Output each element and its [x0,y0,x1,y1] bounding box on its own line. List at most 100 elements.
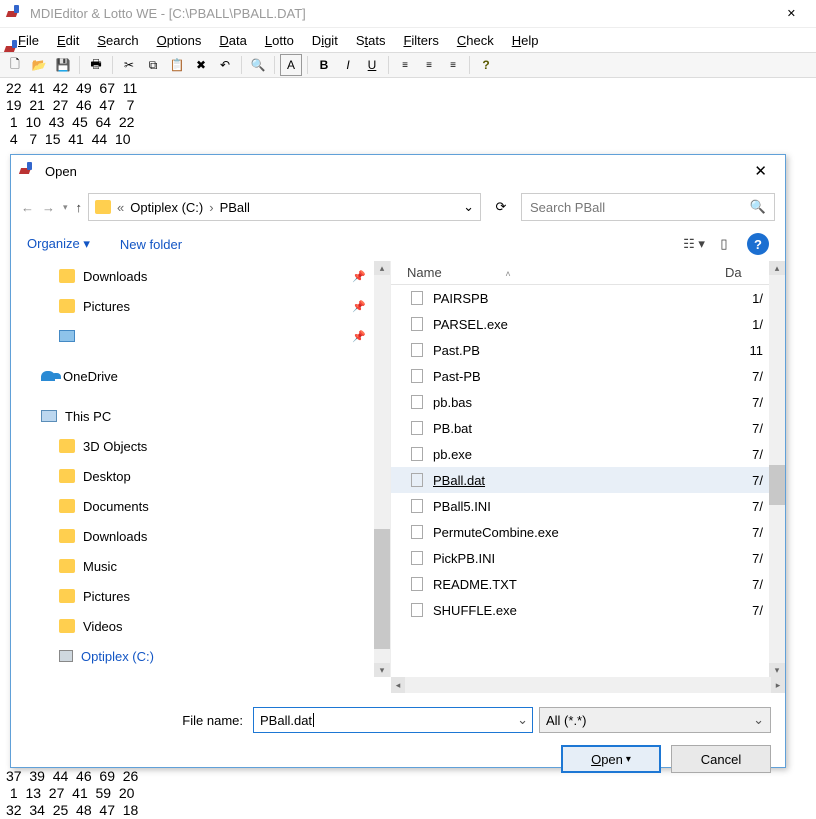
file-hscrollbar[interactable]: ◂ ▸ [391,677,785,693]
preview-pane-icon[interactable]: ▯ [709,232,739,256]
file-row[interactable]: PermuteCombine.exe7/ [391,519,769,545]
file-row[interactable]: PAIRSPB1/ [391,285,769,311]
quick-item[interactable]: 📌 [11,321,390,351]
scroll-thumb[interactable] [769,465,785,505]
file-row[interactable]: pb.bas7/ [391,389,769,415]
cancel-button[interactable]: Cancel [671,745,771,773]
breadcrumb-dropdown-icon[interactable]: ⌄ [463,199,474,215]
breadcrumb-folder[interactable]: PBall [220,200,250,215]
menu-stats[interactable]: Stats [348,31,394,50]
new-icon[interactable]: 🗋 [4,54,26,76]
filename-input[interactable]: PBall.dat ⌄ [253,707,533,733]
new-folder-button[interactable]: New folder [120,237,182,252]
file-row[interactable]: PBall.dat7/ [391,467,769,493]
menu-data[interactable]: Data [211,31,254,50]
nav-pictures[interactable]: Pictures [11,581,390,611]
underline-icon[interactable]: U [361,54,383,76]
breadcrumb-drive[interactable]: Optiplex (C:) [130,200,203,215]
help-icon[interactable]: ? [475,54,497,76]
folder-icon [59,559,75,573]
delete-icon[interactable]: ✖ [190,54,212,76]
dialog-help-icon[interactable]: ? [747,233,769,255]
undo-icon[interactable]: ↶ [214,54,236,76]
file-row[interactable]: PBall5.INI7/ [391,493,769,519]
menu-filters[interactable]: Filters [395,31,446,50]
menu-options[interactable]: Options [149,31,210,50]
find-icon[interactable]: 🔍 [247,54,269,76]
italic-icon[interactable]: I [337,54,359,76]
menu-help[interactable]: Help [504,31,547,50]
save-icon[interactable]: 💾 [52,54,74,76]
cut-icon[interactable]: ✂ [118,54,140,76]
menu-digit[interactable]: Digit [304,31,346,50]
nav-desktop[interactable]: Desktop [11,461,390,491]
file-row[interactable]: SHUFFLE.exe7/ [391,597,769,623]
paste-icon[interactable]: 📋 [166,54,188,76]
view-mode-icon[interactable]: ☷ ▾ [679,232,709,256]
open-button[interactable]: Open ▾ [561,745,661,773]
file-row[interactable]: Past-PB7/ [391,363,769,389]
align-right-icon[interactable]: ≡ [442,54,464,76]
col-name[interactable]: Name ˄ [407,265,725,280]
scroll-left-icon[interactable]: ◂ [391,677,405,693]
nav-documents[interactable]: Documents [11,491,390,521]
file-row[interactable]: pb.exe7/ [391,441,769,467]
search-input[interactable]: Search PBall 🔍 [521,193,775,221]
col-date[interactable]: Da [725,265,769,280]
file-header[interactable]: Name ˄ Da [391,261,769,285]
file-name: pb.bas [433,395,725,410]
bold-icon[interactable]: B [313,54,335,76]
file-name: PARSEL.exe [433,317,725,332]
nav-3d-objects[interactable]: 3D Objects [11,431,390,461]
file-row[interactable]: Past.PB11 [391,337,769,363]
nav-videos[interactable]: Videos [11,611,390,641]
copy-icon[interactable]: ⧉ [142,54,164,76]
dialog-icon [19,162,37,180]
nav-music[interactable]: Music [11,551,390,581]
organize-menu[interactable]: Organize ▾ [27,236,90,252]
sys-close-icon[interactable]: ✕ [773,4,810,23]
forward-icon[interactable]: → [42,200,55,215]
menu-check[interactable]: Check [449,31,502,50]
recent-dropdown-icon[interactable]: ▾ [63,202,68,213]
file-date: 11 [725,343,769,358]
nav-drive-c[interactable]: Optiplex (C:) [11,641,390,671]
dialog-close-icon[interactable]: ✕ [744,158,777,184]
file-name: README.TXT [433,577,725,592]
scroll-up-icon[interactable]: ▴ [374,261,390,275]
back-icon[interactable]: ← [21,200,34,215]
menu-edit[interactable]: Edit [49,31,87,50]
breadcrumb-overflow[interactable]: « [117,200,124,215]
quick-downloads[interactable]: Downloads📌 [11,261,390,291]
scroll-right-icon[interactable]: ▸ [771,677,785,693]
up-icon[interactable]: ↑ [76,200,83,215]
print-icon[interactable]: 🖶 [85,54,107,76]
file-row[interactable]: README.TXT7/ [391,571,769,597]
menu-lotto[interactable]: Lotto [257,31,302,50]
open-icon[interactable]: 📂 [28,54,50,76]
file-name: Past-PB [433,369,725,384]
nav-downloads[interactable]: Downloads [11,521,390,551]
align-left-icon[interactable]: ≡ [394,54,416,76]
file-row[interactable]: PickPB.INI7/ [391,545,769,571]
refresh-icon[interactable]: ⟳ [487,193,515,221]
filename-dropdown-icon[interactable]: ⌄ [517,712,528,728]
menu-search[interactable]: Search [89,31,146,50]
file-scrollbar[interactable]: ▴ ▾ [769,261,785,677]
filetype-dropdown-icon[interactable]: ⌄ [753,712,764,728]
scroll-thumb[interactable] [374,529,390,649]
file-row[interactable]: PARSEL.exe1/ [391,311,769,337]
file-row[interactable]: PB.bat7/ [391,415,769,441]
align-center-icon[interactable]: ≡ [418,54,440,76]
breadcrumb[interactable]: « Optiplex (C:) › PBall ⌄ [88,193,481,221]
scroll-up-icon[interactable]: ▴ [769,261,785,275]
scroll-down-icon[interactable]: ▾ [769,663,785,677]
quick-pictures[interactable]: Pictures📌 [11,291,390,321]
font-icon[interactable]: A [280,54,302,76]
nav-scrollbar[interactable]: ▴ ▾ [374,261,390,677]
onedrive-node[interactable]: OneDrive [11,361,390,391]
file-date: 7/ [725,551,769,566]
filetype-select[interactable]: All (*.*) ⌄ [539,707,771,733]
thispc-node[interactable]: This PC [11,401,390,431]
scroll-down-icon[interactable]: ▾ [374,663,390,677]
